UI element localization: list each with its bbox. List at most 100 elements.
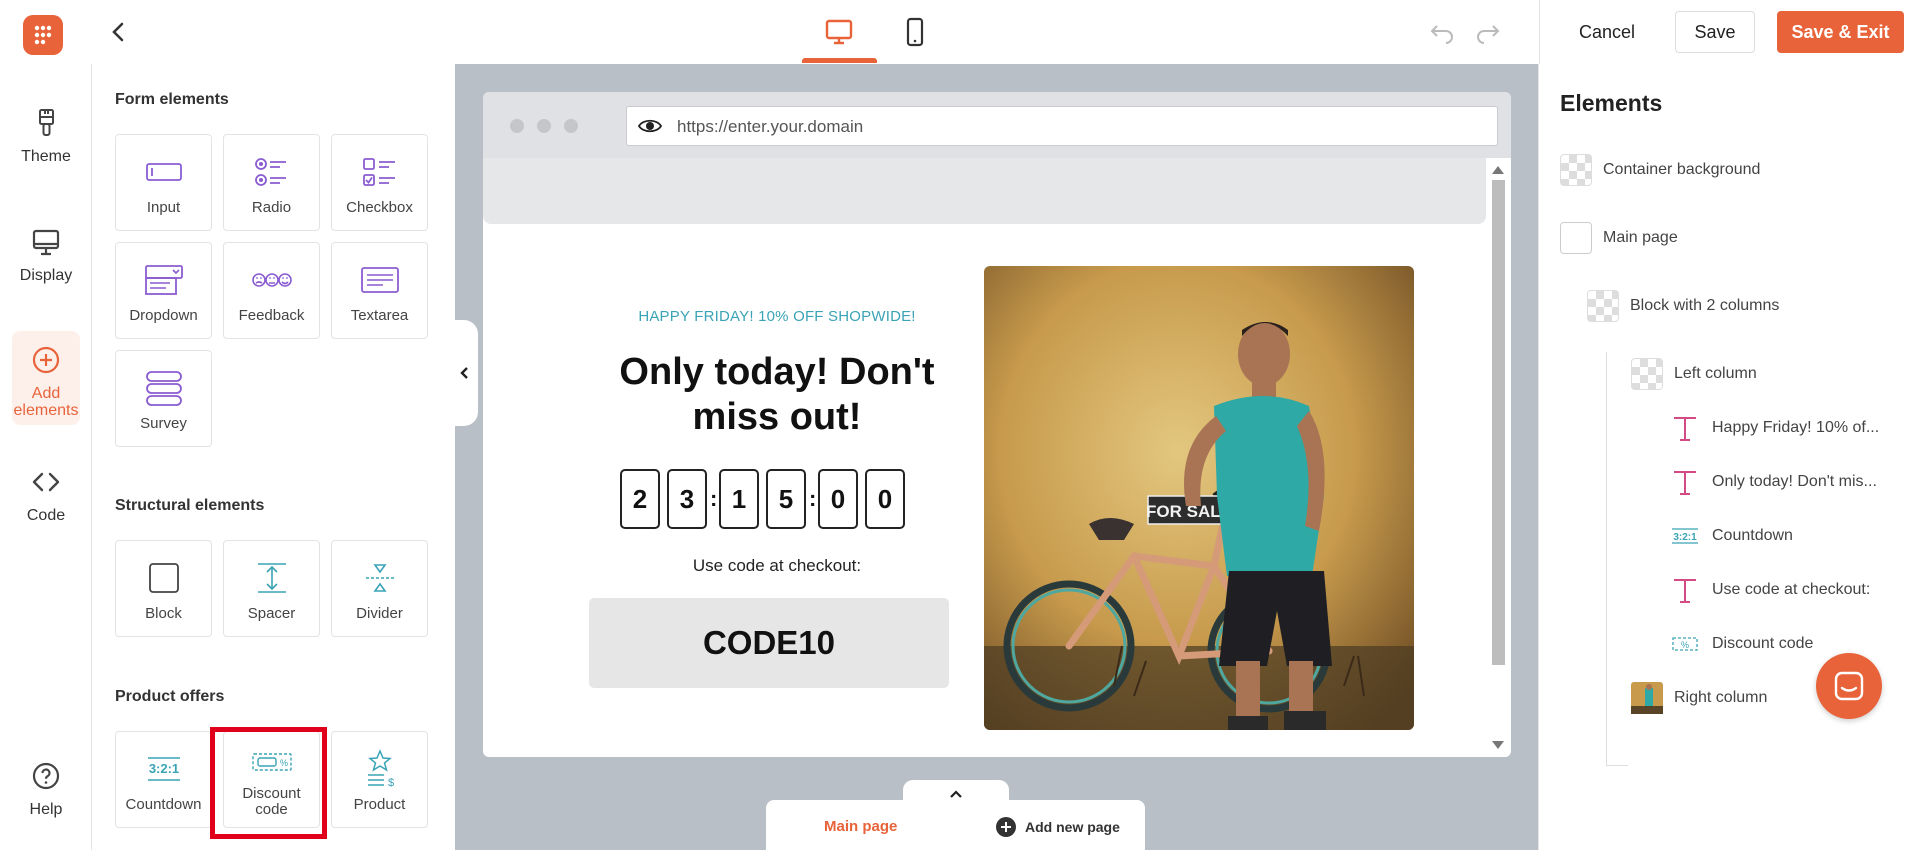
tree-row-label: Only today! Don't mis... — [1712, 473, 1877, 490]
undo-icon[interactable] — [1428, 20, 1456, 44]
rail-item-help[interactable]: Help — [0, 759, 92, 818]
radio-icon — [250, 150, 294, 194]
collapse-panel-button[interactable] — [452, 320, 478, 426]
browser-chrome: https://enter.your.domain — [483, 92, 1511, 158]
scroll-thumb[interactable] — [1492, 180, 1505, 665]
divider-icon — [358, 556, 402, 600]
browser-preview: https://enter.your.domain HAPPY FRIDAY! … — [483, 92, 1511, 757]
save-exit-button[interactable]: Save & Exit — [1777, 11, 1904, 53]
tile-dropdown[interactable]: Dropdown — [115, 242, 212, 339]
hero-photo: FOR SALE — [984, 266, 1414, 730]
block-icon — [142, 556, 186, 600]
tree-row-label: Left column — [1674, 365, 1757, 382]
tree-row-label: Main page — [1603, 229, 1678, 246]
tile-countdown[interactable]: 3:2:1 Countdown — [115, 731, 212, 828]
scroll-up-arrow[interactable] — [1492, 166, 1504, 174]
tile-label: Survey — [140, 415, 187, 432]
tile-block[interactable]: Block — [115, 540, 212, 637]
desktop-view-icon[interactable] — [819, 12, 859, 52]
tile-label: Textarea — [350, 307, 409, 324]
rail-item-display[interactable]: Display — [0, 225, 92, 284]
plus-circle-icon — [996, 817, 1016, 837]
tree-row-right-column[interactable]: Right column — [1631, 680, 1767, 716]
tile-label: Divider — [356, 605, 403, 622]
mobile-view-icon[interactable] — [895, 12, 935, 52]
tree-row-label: Block with 2 columns — [1630, 297, 1780, 314]
headline: Only today! Don't miss out! — [619, 351, 935, 438]
tree-row-happy-friday[interactable]: Happy Friday! 10% of... — [1669, 410, 1879, 446]
tree-row-label: Discount code — [1712, 635, 1814, 652]
save-button[interactable]: Save — [1675, 11, 1755, 53]
transparent-swatch-icon — [1631, 358, 1663, 390]
tile-label: Dropdown — [129, 307, 198, 324]
preview-scrollbar[interactable] — [1487, 158, 1509, 757]
tile-spacer[interactable]: Spacer — [223, 540, 320, 637]
tile-feedback[interactable]: Feedback — [223, 242, 320, 339]
chevron-up-icon — [950, 790, 962, 798]
countdown-digit: 1 — [719, 469, 759, 529]
tree-row-main-page[interactable]: Main page — [1560, 220, 1678, 256]
chat-launcher-button[interactable] — [1816, 653, 1882, 719]
tile-divider[interactable]: Divider — [331, 540, 428, 637]
checkbox-icon — [358, 150, 402, 194]
top-bar: Cancel Save Save & Exit — [0, 0, 1913, 64]
tile-label: Discount code — [242, 785, 301, 818]
tile-discount-code[interactable]: % Discount code — [223, 731, 320, 828]
text-icon — [1669, 466, 1701, 498]
countdown-digit: 0 — [865, 469, 905, 529]
brush-icon — [29, 106, 63, 140]
tile-survey[interactable]: Survey — [115, 350, 212, 447]
add-new-page-label: Add new page — [1025, 819, 1120, 835]
tab-main-page[interactable]: Main page — [824, 818, 897, 835]
tile-label: Radio — [251, 199, 292, 216]
help-icon — [29, 759, 63, 793]
countdown-separator: : — [710, 486, 718, 511]
discount-code-box[interactable]: CODE10 — [589, 598, 949, 688]
tree-row-left-column[interactable]: Left column — [1631, 356, 1757, 392]
countdown-digit: 5 — [766, 469, 806, 529]
svg-text:$: $ — [387, 777, 393, 789]
survey-icon — [142, 366, 186, 410]
add-new-page-button[interactable]: Add new page — [995, 816, 1120, 838]
tile-product[interactable]: $ Product — [331, 731, 428, 828]
tree-row-countdown[interactable]: 3:2:1 Countdown — [1669, 518, 1793, 554]
text-icon — [1669, 412, 1701, 444]
tree-row-use-code[interactable]: Use code at checkout: — [1669, 572, 1870, 608]
transparent-swatch-icon — [1587, 290, 1619, 322]
eye-icon[interactable] — [637, 115, 663, 137]
left-rail: Theme Display Add elements Code Help — [0, 64, 92, 850]
tree-row-block-2-columns[interactable]: Block with 2 columns — [1587, 288, 1779, 324]
rail-item-theme[interactable]: Theme — [0, 106, 92, 165]
scroll-down-arrow[interactable] — [1492, 741, 1504, 749]
svg-text:3:2:1: 3:2:1 — [1673, 532, 1697, 543]
monitor-icon — [29, 225, 63, 259]
tile-input[interactable]: Input — [115, 134, 212, 231]
rail-item-add-elements[interactable]: Add elements — [12, 331, 80, 425]
tree-row-label: Happy Friday! 10% of... — [1712, 419, 1880, 436]
back-arrow-icon[interactable] — [104, 18, 132, 46]
tile-checkbox[interactable]: Checkbox — [331, 134, 428, 231]
code-icon — [29, 465, 63, 499]
window-dot — [564, 119, 578, 133]
countdown-icon: 3:2:1 — [142, 747, 186, 791]
url-bar[interactable]: https://enter.your.domain — [626, 106, 1498, 146]
preview-top-strip — [483, 158, 1486, 224]
rail-item-code[interactable]: Code — [0, 465, 92, 524]
tree-row-container-background[interactable]: Container background — [1560, 152, 1760, 188]
use-code-text: Use code at checkout: — [692, 556, 862, 575]
form-elements-title: Form elements — [115, 91, 229, 108]
tile-radio[interactable]: Radio — [223, 134, 320, 231]
tile-label: Countdown — [125, 796, 202, 813]
tile-textarea[interactable]: Textarea — [331, 242, 428, 339]
pre-headline: HAPPY FRIDAY! 10% OFF SHOPWIDE! — [638, 308, 916, 325]
elements-panel: Form elements Input Radio Checkbox Dropd… — [92, 64, 455, 850]
redo-icon[interactable] — [1474, 20, 1502, 44]
feedback-icon — [250, 258, 294, 302]
tree-line — [1606, 765, 1628, 766]
chat-icon — [1834, 671, 1864, 701]
app-logo[interactable] — [22, 14, 64, 56]
cancel-button[interactable]: Cancel — [1562, 13, 1652, 51]
tree-row-discount-code[interactable]: % Discount code — [1669, 626, 1813, 662]
product-offers-title: Product offers — [115, 688, 225, 705]
tree-row-only-today[interactable]: Only today! Don't mis... — [1669, 464, 1877, 500]
